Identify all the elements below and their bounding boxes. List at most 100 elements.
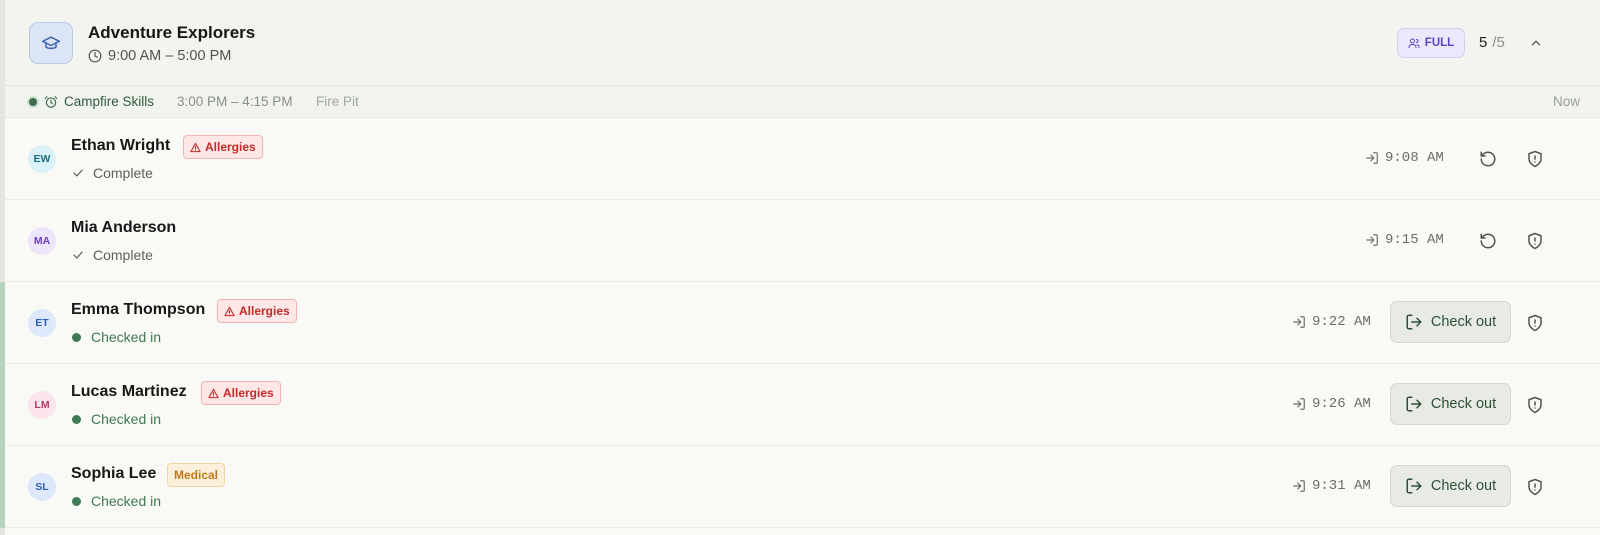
live-indicator (29, 98, 37, 106)
camper-row: ET Emma Thompson Allergies Checked in 9:… (0, 282, 1600, 364)
warning-icon (208, 388, 219, 398)
allergy-tag[interactable]: Allergies (201, 381, 281, 405)
check-icon (73, 251, 83, 259)
camper-row: SL Sophia Lee Medical Checked in 9:31 AM… (0, 446, 1600, 528)
check-out-button[interactable]: Check out (1390, 465, 1511, 507)
undo-button[interactable] (1475, 228, 1501, 254)
camper-name: Ethan Wright (71, 137, 171, 154)
log-in-icon (1366, 234, 1378, 246)
camper-status: Checked in (71, 411, 161, 427)
tag-label: Allergies (205, 140, 256, 154)
log-in-icon (1366, 152, 1378, 164)
group-schedule: 9:00 AM – 5:00 PM (88, 48, 231, 64)
status-label: Complete (93, 165, 153, 181)
safety-button[interactable] (1522, 392, 1548, 418)
activity-location: Fire Pit (316, 94, 359, 109)
log-out-icon (1406, 314, 1422, 330)
avatar: ET (28, 309, 56, 337)
avatar: MA (28, 227, 56, 255)
checked-in-dot (72, 414, 81, 424)
check-icon (73, 169, 83, 177)
medical-tag[interactable]: Medical (167, 463, 226, 487)
warning-icon (190, 142, 201, 152)
shield-alert-icon (1528, 478, 1542, 496)
users-icon (1408, 38, 1420, 48)
alarm-clock-icon (44, 96, 58, 108)
check-out-label: Check out (1430, 396, 1497, 412)
checkin-time: 9:26 AM (1292, 396, 1371, 412)
status-label: Complete (93, 247, 153, 263)
checkin-time-value: 9:31 AM (1312, 478, 1371, 494)
chevron-up-icon (1531, 40, 1541, 46)
capacity-count: 5/5 (1479, 34, 1505, 51)
camper-status: Complete (71, 247, 153, 263)
checkin-time: 9:08 AM (1365, 150, 1444, 166)
activity-now-label: Now (1552, 94, 1580, 109)
checkin-time: 9:31 AM (1292, 478, 1371, 494)
checkin-time-value: 9:08 AM (1385, 150, 1444, 166)
tag-label: Medical (174, 468, 219, 482)
allergy-tag[interactable]: Allergies (217, 299, 297, 323)
log-out-icon (1406, 396, 1422, 412)
status-label: Checked in (91, 411, 162, 427)
group-title: Adventure Explorers (88, 23, 256, 42)
log-in-icon (1293, 398, 1305, 410)
status-label: Checked in (91, 329, 162, 345)
tag-label: Allergies (223, 386, 274, 400)
check-out-button[interactable]: Check out (1390, 383, 1511, 425)
checkin-time-value: 9:22 AM (1312, 314, 1371, 330)
collapse-button[interactable] (1524, 31, 1548, 55)
camper-name: Emma Thompson (71, 301, 206, 318)
log-in-icon (1293, 480, 1305, 492)
avatar: EW (28, 145, 56, 173)
check-out-label: Check out (1430, 314, 1497, 330)
log-out-icon (1406, 478, 1422, 494)
rotate-ccw-icon (1480, 151, 1496, 167)
undo-button[interactable] (1475, 146, 1501, 172)
warning-icon (224, 306, 235, 316)
activity-time: 3:00 PM – 4:15 PM (177, 94, 293, 109)
check-out-label: Check out (1430, 478, 1497, 494)
checkin-time: 9:22 AM (1292, 314, 1371, 330)
clock-icon (88, 49, 102, 63)
avatar: LM (28, 391, 56, 419)
rotate-ccw-icon (1480, 233, 1496, 249)
log-in-icon (1293, 316, 1305, 328)
group-time: 9:00 AM – 5:00 PM (108, 48, 232, 64)
camper-row: EW Ethan Wright Allergies Complete 9:08 … (5, 118, 1600, 200)
checkin-time-value: 9:26 AM (1312, 396, 1371, 412)
group-header[interactable]: Adventure Explorers 9:00 AM – 5:00 PM FU… (5, 0, 1600, 86)
camper-name: Sophia Lee (71, 465, 157, 482)
group-card: Adventure Explorers 9:00 AM – 5:00 PM FU… (0, 0, 1600, 535)
shield-alert-icon (1528, 150, 1542, 168)
safety-button[interactable] (1522, 146, 1548, 172)
allergy-tag[interactable]: Allergies (183, 135, 263, 159)
checked-in-dot (72, 496, 81, 506)
shield-alert-icon (1528, 232, 1542, 250)
camper-row: MA Mia Anderson Complete 9:15 AM (5, 200, 1600, 282)
capacity-badge: FULL (1397, 28, 1465, 58)
status-label: Checked in (91, 493, 162, 509)
shield-alert-icon (1528, 396, 1542, 414)
graduation-cap-icon (29, 22, 73, 64)
count-total: 5 (1496, 34, 1505, 51)
safety-button[interactable] (1522, 474, 1548, 500)
avatar: SL (28, 473, 56, 501)
checkin-time: 9:15 AM (1365, 232, 1444, 248)
check-out-button[interactable]: Check out (1390, 301, 1511, 343)
count-current: 5 (1479, 34, 1488, 51)
camper-name: Lucas Martinez (71, 383, 187, 400)
capacity-badge-label: FULL (1424, 37, 1455, 49)
checkin-time-value: 9:15 AM (1385, 232, 1444, 248)
safety-button[interactable] (1522, 310, 1548, 336)
camper-status: Checked in (71, 493, 161, 509)
current-activity: Campfire Skills 3:00 PM – 4:15 PM Fire P… (5, 86, 1600, 118)
camper-status: Checked in (71, 329, 161, 345)
activity-name: Campfire Skills (64, 94, 155, 109)
tag-label: Allergies (239, 304, 290, 318)
checked-in-dot (72, 332, 81, 342)
shield-alert-icon (1528, 314, 1542, 332)
camper-name: Mia Anderson (71, 219, 177, 236)
safety-button[interactable] (1522, 228, 1548, 254)
camper-status: Complete (71, 165, 153, 181)
